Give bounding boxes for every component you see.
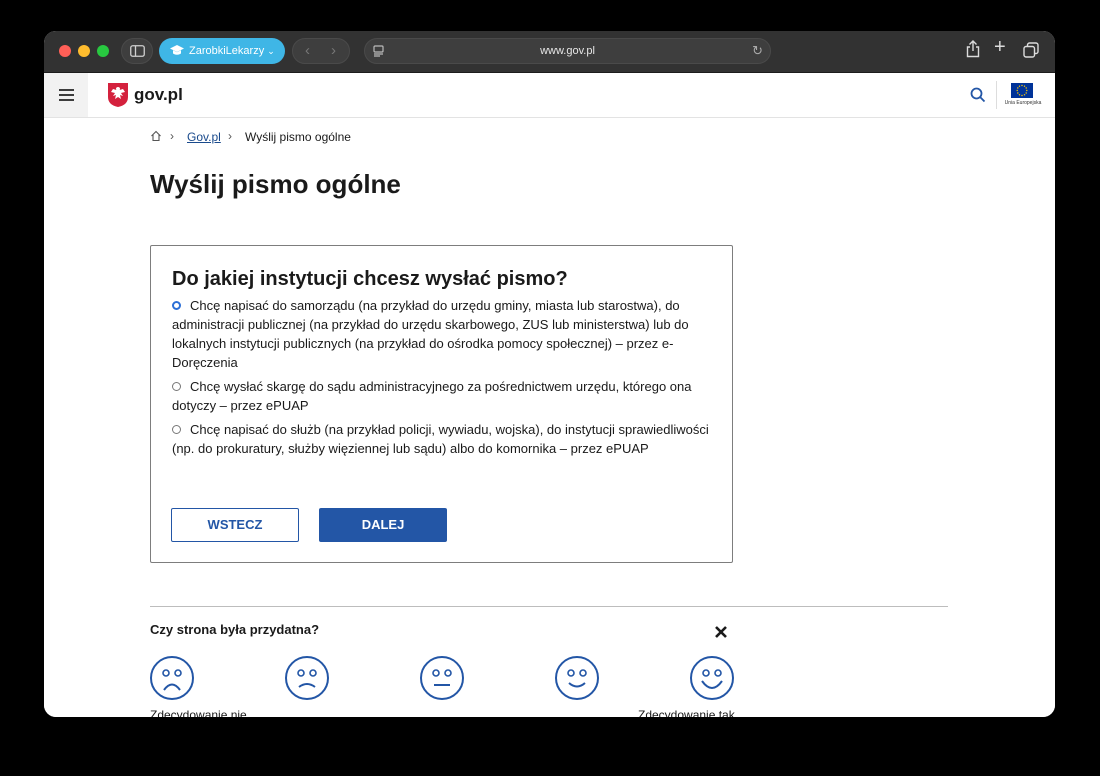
tab-group-button[interactable]: ZarobkiLekarzy ⌄: [159, 38, 285, 64]
web-page: gov.pl Unia Europejska › Gov.pl › Wyślij…: [44, 73, 1055, 717]
form-question: Do jakiej instytucji chcesz wysłać pismo…: [172, 268, 568, 290]
institution-form: Do jakiej instytucji chcesz wysłać pismo…: [150, 245, 733, 563]
option-label: Chcę wysłać skargę do sądu administracyj…: [172, 379, 692, 413]
sad-face-icon[interactable]: [284, 655, 330, 701]
option-label: Chcę napisać do służb (na przykład polic…: [172, 422, 709, 456]
radio-button[interactable]: [172, 382, 181, 391]
header-separator: [996, 81, 997, 109]
eu-flag-icon: [1011, 83, 1033, 98]
feedback-question: Czy strona była przydatna?: [150, 622, 320, 637]
menu-icon: [59, 89, 74, 91]
browser-toolbar: ZarobkiLekarzy ⌄ ‹ › www.gov.pl ↻ +: [44, 31, 1055, 73]
site-header: gov.pl Unia Europejska: [44, 73, 1055, 118]
option-label: Chcę napisać do samorządu (na przykład d…: [172, 298, 689, 370]
radio-button-selected[interactable]: [172, 301, 181, 310]
menu-button[interactable]: [44, 73, 88, 117]
option-services-justice[interactable]: Chcę napisać do służb (na przykład polic…: [172, 420, 712, 458]
minimize-window-button[interactable]: [78, 45, 90, 57]
breadcrumb-separator-icon: ›: [170, 129, 174, 143]
address-bar[interactable]: www.gov.pl ↻: [364, 38, 771, 64]
forward-arrow-icon[interactable]: ›: [331, 42, 336, 59]
share-icon[interactable]: [966, 40, 980, 58]
breadcrumb-current: Wyślij pismo ogólne: [245, 130, 351, 144]
sidebar-icon: [130, 45, 145, 57]
eu-label: Unia Europejska: [1004, 100, 1042, 106]
home-icon[interactable]: [150, 130, 162, 142]
option-administrative-court[interactable]: Chcę wysłać skargę do sądu administracyj…: [172, 377, 712, 415]
address-text: www.gov.pl: [540, 45, 595, 57]
search-icon[interactable]: [970, 87, 986, 103]
new-tab-icon[interactable]: +: [994, 36, 1006, 59]
site-logo-text[interactable]: gov.pl: [134, 85, 183, 105]
breadcrumb-link-home[interactable]: Gov.pl: [187, 130, 221, 144]
back-arrow-icon[interactable]: ‹: [305, 42, 310, 59]
next-button[interactable]: DALEJ: [319, 508, 447, 542]
zoom-window-button[interactable]: [97, 45, 109, 57]
page-title: Wyślij pismo ogólne: [150, 169, 401, 199]
reload-icon[interactable]: ↻: [752, 39, 763, 63]
back-button[interactable]: WSTECZ: [171, 508, 299, 542]
tab-overview-icon[interactable]: [1023, 42, 1039, 58]
page-menu-icon: [373, 45, 384, 57]
neutral-face-icon[interactable]: [419, 655, 465, 701]
section-divider: [150, 606, 948, 607]
tab-group-label: ZarobkiLekarzy: [189, 45, 265, 57]
browser-window: ZarobkiLekarzy ⌄ ‹ › www.gov.pl ↻ + gov.…: [44, 31, 1055, 717]
close-window-button[interactable]: [59, 45, 71, 57]
very-sad-face-icon[interactable]: [149, 655, 195, 701]
feedback-label-min: Zdecydowanie nie: [150, 708, 247, 717]
radio-button[interactable]: [172, 425, 181, 434]
close-icon[interactable]: [714, 625, 728, 639]
feedback-label-max: Zdecydowanie tak: [638, 708, 735, 717]
menu-icon-bar: [59, 99, 74, 101]
navigation-buttons: ‹ ›: [292, 38, 350, 64]
graduation-cap-icon: [170, 45, 184, 55]
happy-face-icon[interactable]: [554, 655, 600, 701]
chevron-down-icon: ⌄: [267, 46, 275, 56]
breadcrumb-separator-icon: ›: [228, 129, 232, 143]
polish-eagle-logo-icon[interactable]: [107, 82, 129, 108]
menu-icon-bar: [59, 94, 74, 96]
sidebar-toggle-button[interactable]: [121, 38, 153, 64]
option-e-doreczenia[interactable]: Chcę napisać do samorządu (na przykład d…: [172, 296, 712, 372]
very-happy-face-icon[interactable]: [689, 655, 735, 701]
